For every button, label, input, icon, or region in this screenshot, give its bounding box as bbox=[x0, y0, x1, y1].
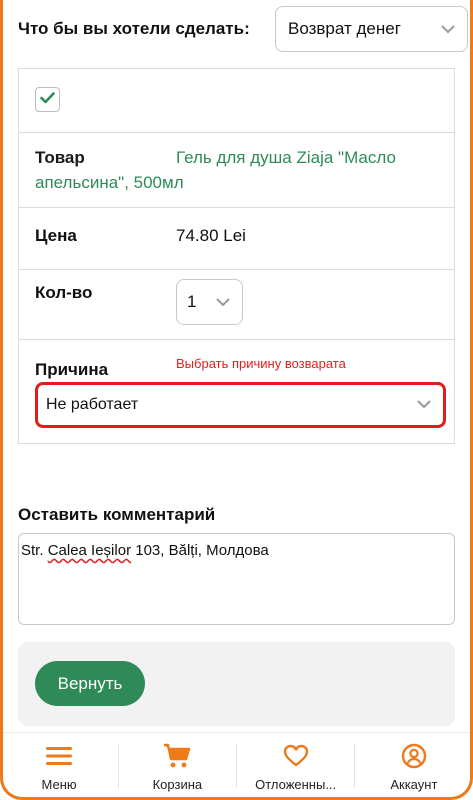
tab-saved[interactable]: Отложенны... bbox=[237, 733, 355, 800]
row-divider bbox=[19, 339, 454, 340]
checkmark-icon bbox=[40, 91, 55, 109]
reason-value: Не работает bbox=[46, 396, 139, 413]
action-row: Что бы вы хотели сделать: Возврат денег bbox=[18, 6, 468, 52]
qty-label: Кол-во bbox=[35, 283, 93, 302]
quantity-value: 1 bbox=[187, 292, 197, 311]
row-divider bbox=[19, 207, 454, 208]
tab-account[interactable]: Аккаунт bbox=[355, 733, 473, 800]
tab-label: Отложенны... bbox=[255, 777, 337, 792]
action-select-value: Возврат денег bbox=[288, 19, 401, 38]
comment-textarea[interactable]: Str. Calea Ieșilor 103, Bălți, Молдова bbox=[18, 533, 455, 625]
product-row: Товар Гель для душа Ziaja "Масло апельсин… bbox=[35, 145, 440, 195]
comment-text: 103, Bălți, Молдова bbox=[131, 542, 269, 559]
return-button[interactable]: Вернуть bbox=[35, 661, 145, 706]
tab-divider bbox=[236, 744, 237, 788]
reason-label: Причина bbox=[35, 360, 109, 379]
price-value: 74.80 Lei bbox=[176, 226, 246, 245]
return-item-table: Товар Гель для душа Ziaja "Масло апельсин… bbox=[18, 68, 455, 444]
tab-label: Меню bbox=[41, 777, 77, 792]
comment-text: Str. bbox=[21, 542, 48, 559]
action-panel: Вернуть bbox=[18, 642, 455, 726]
quantity-select[interactable]: 1 bbox=[176, 279, 243, 325]
tab-divider bbox=[118, 744, 119, 788]
price-label: Цена bbox=[35, 226, 77, 245]
menu-icon bbox=[46, 741, 73, 771]
reason-select[interactable]: Не работает bbox=[35, 382, 446, 428]
chevron-down-icon bbox=[441, 19, 455, 39]
action-label: Что бы вы хотели сделать: bbox=[18, 19, 250, 38]
comment-label: Оставить комментарий bbox=[18, 505, 216, 524]
action-select[interactable]: Возврат денег bbox=[275, 6, 468, 52]
chevron-down-icon bbox=[417, 396, 431, 414]
comment-text-misspelled: Calea Ieșilor bbox=[47, 542, 132, 559]
tab-label: Аккаунт bbox=[390, 777, 438, 792]
cart-icon bbox=[163, 741, 191, 771]
item-checkbox[interactable] bbox=[35, 87, 60, 112]
row-divider bbox=[19, 269, 454, 270]
reason-hint: Выбрать причину возварата bbox=[176, 356, 346, 371]
product-label: Товар bbox=[35, 148, 85, 167]
tab-divider bbox=[354, 744, 355, 788]
tab-menu[interactable]: Меню bbox=[0, 733, 118, 800]
table-row bbox=[19, 69, 454, 133]
heart-icon bbox=[283, 741, 309, 771]
tab-cart[interactable]: Корзина bbox=[118, 733, 236, 800]
tab-label: Корзина bbox=[152, 777, 203, 792]
account-icon bbox=[401, 741, 427, 771]
chevron-down-icon bbox=[216, 292, 230, 312]
